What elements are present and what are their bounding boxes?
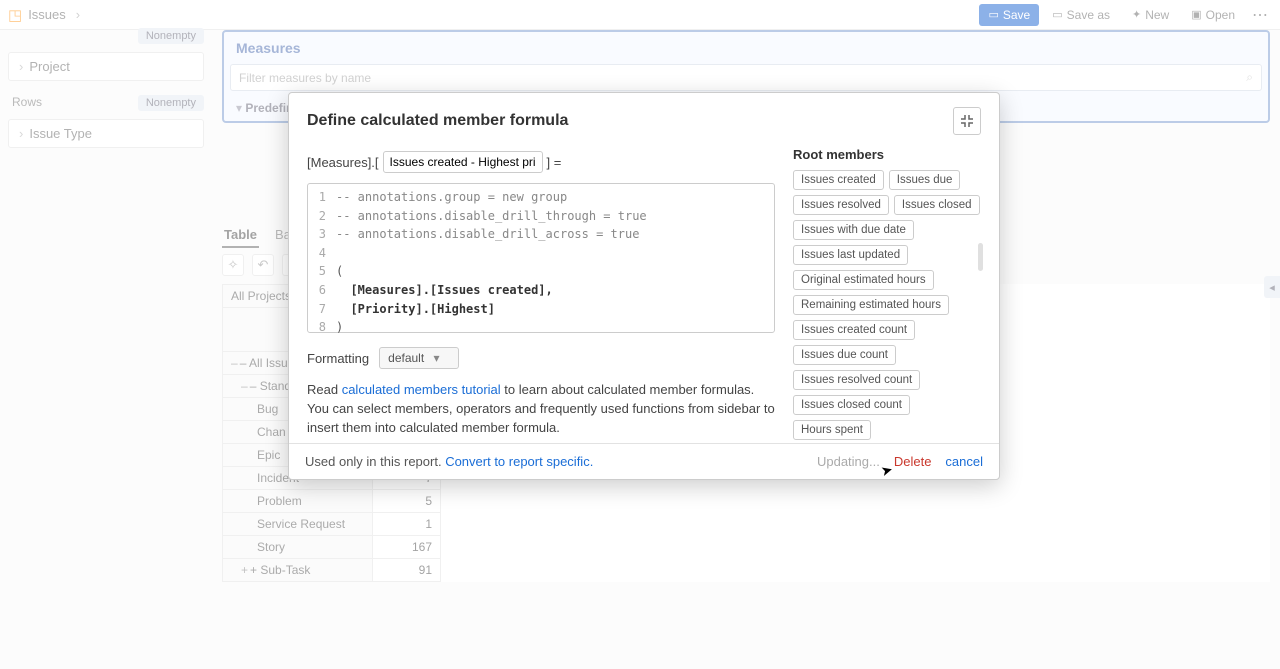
cancel-button[interactable]: cancel xyxy=(945,454,983,469)
member-chip[interactable]: Issues due count xyxy=(793,345,896,365)
delete-button[interactable]: Delete xyxy=(894,454,932,469)
root-members-title: Root members xyxy=(793,147,981,162)
root-members-panel: Root members Issues createdIssues dueIss… xyxy=(793,147,981,435)
updating-status: Updating... xyxy=(817,454,880,469)
name-prefix: [Measures].[ xyxy=(307,155,379,170)
code-content[interactable]: -- annotations.group = new group -- anno… xyxy=(330,188,774,328)
formula-name-input[interactable] xyxy=(383,151,543,173)
compress-icon[interactable] xyxy=(953,107,981,135)
member-chip[interactable]: Remaining estimated hours xyxy=(793,295,949,315)
report-scope-text: Used only in this report. xyxy=(305,454,445,469)
member-chip[interactable]: Issues created xyxy=(793,170,884,190)
member-chip[interactable]: Issues with due date xyxy=(793,220,914,240)
chevron-down-icon: ▾ xyxy=(434,351,440,365)
member-chip[interactable]: Original estimated hours xyxy=(793,270,934,290)
member-chip[interactable]: Issues closed count xyxy=(793,395,910,415)
root-members-list: Issues createdIssues dueIssues resolvedI… xyxy=(793,170,981,443)
member-chip[interactable]: Issues last updated xyxy=(793,245,908,265)
formatting-value: default xyxy=(388,351,424,365)
convert-link[interactable]: Convert to report specific. xyxy=(445,454,593,469)
name-suffix: ] = xyxy=(547,155,562,170)
formatting-label: Formatting xyxy=(307,351,369,366)
formatting-select[interactable]: default ▾ xyxy=(379,347,458,369)
member-chip[interactable]: Issues due xyxy=(889,170,961,190)
line-gutter: 12345678 xyxy=(308,188,330,328)
formula-code-editor[interactable]: 12345678 -- annotations.group = new grou… xyxy=(307,183,775,333)
tutorial-link[interactable]: calculated members tutorial xyxy=(342,382,501,397)
member-chip[interactable]: Issues resolved count xyxy=(793,370,920,390)
formula-name-row: [Measures].[ ] = xyxy=(307,151,775,173)
formula-modal: Define calculated member formula [Measur… xyxy=(288,92,1000,480)
modal-title: Define calculated member formula xyxy=(307,112,568,130)
scrollbar[interactable] xyxy=(978,243,983,271)
member-chip[interactable]: Issues resolved xyxy=(793,195,889,215)
member-chip[interactable]: Issues created count xyxy=(793,320,915,340)
help-text: Read calculated members tutorial to lear… xyxy=(307,381,775,438)
member-chip[interactable]: Hours spent xyxy=(793,420,871,440)
member-chip[interactable]: Issues closed xyxy=(894,195,980,215)
